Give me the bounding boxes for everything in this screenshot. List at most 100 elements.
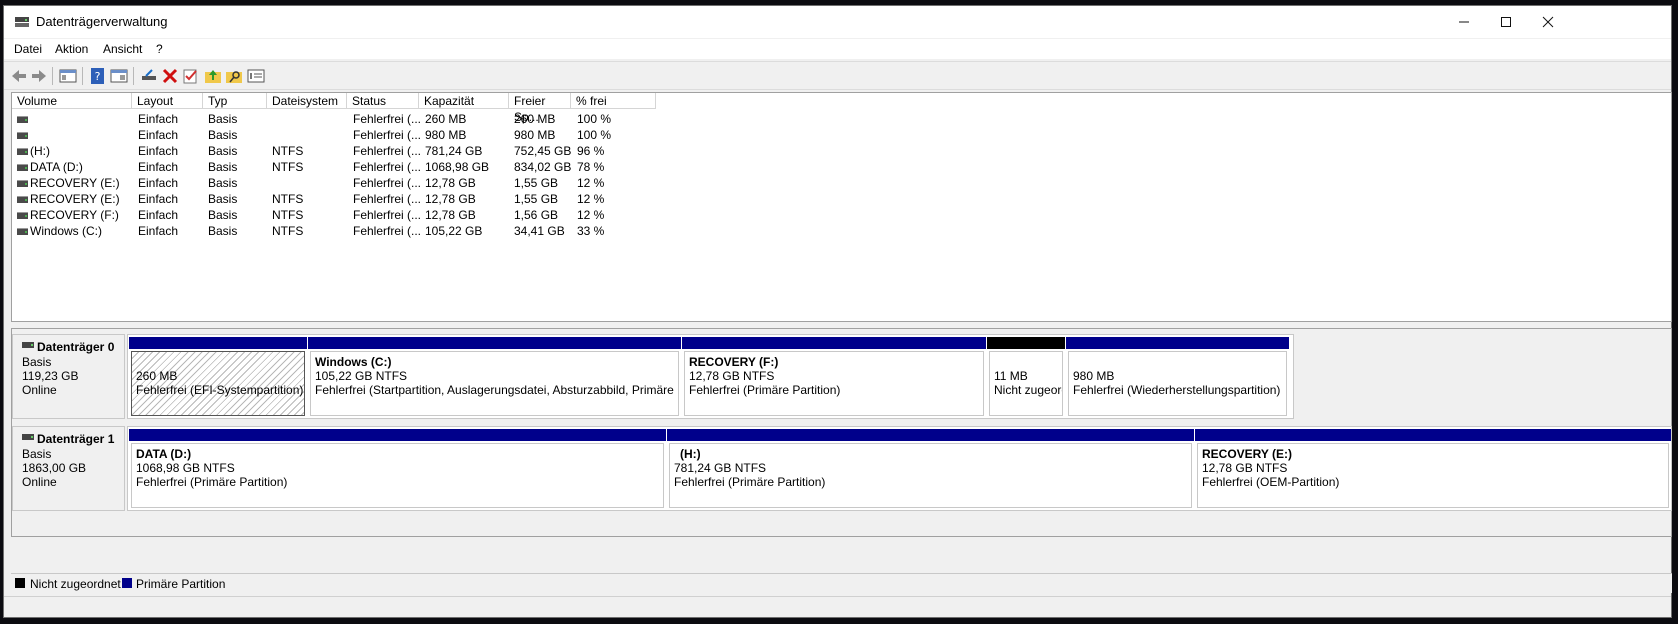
volume-row[interactable]: RECOVERY (E:) Einfach Basis Fehlerfrei (...… [12, 175, 1671, 191]
volume-pct: 100 % [577, 128, 612, 142]
volume-icon [17, 148, 28, 155]
disk-1-size: 1863,00 GB [22, 461, 87, 475]
volume-icon [17, 196, 28, 203]
partition-unallocated[interactable]: 11 MB Nicht zugeordnet [987, 335, 1065, 418]
volume-list[interactable]: Volume Layout Typ Dateisystem Status Kap… [11, 92, 1672, 322]
partition-status: Fehlerfrei (OEM-Partition) [1202, 475, 1340, 489]
partition-header-bar [308, 337, 681, 349]
close-button[interactable] [1525, 6, 1571, 38]
partition-title: RECOVERY (F:) [689, 355, 779, 369]
folder-up-icon[interactable] [204, 67, 222, 85]
disk-1-type: Basis [22, 447, 52, 461]
col-header-status[interactable]: Status [347, 93, 419, 109]
forward-icon[interactable] [30, 67, 48, 85]
col-header-volume[interactable]: Volume [12, 93, 132, 109]
volume-cap: 12,78 GB [425, 176, 476, 190]
volume-free: 34,41 GB [514, 224, 565, 238]
partition-efi[interactable]: 260 MB Fehlerfrei (EFI-Systempartition) [129, 335, 307, 418]
volume-free: 834,02 GB [514, 160, 572, 174]
volume-row[interactable]: Einfach Basis Fehlerfrei (... 980 MB 980 MB 1… [12, 127, 1671, 143]
volume-status: Fehlerfrei (... [353, 160, 422, 174]
title-bar[interactable]: Datenträgerverwaltung [4, 6, 1671, 38]
disk-1-label[interactable]: Datenträger 1 Basis 1863,00 GB Online [12, 426, 125, 511]
window-title: Datenträgerverwaltung [36, 14, 168, 29]
partition-title: Windows (C:) [315, 355, 392, 369]
partition-recovery-system[interactable]: 980 MB Fehlerfrei (Wiederherstellungspar… [1066, 335, 1289, 418]
partition-status: Fehlerfrei (Primäre Partition) [689, 383, 841, 397]
partition-title: (H:) [680, 447, 701, 461]
partition-size: 105,22 GB NTFS [315, 369, 408, 383]
maximize-icon [1501, 17, 1511, 27]
volume-row[interactable]: Windows (C:) Einfach Basis NTFS Fehlerfrei (… [12, 223, 1671, 239]
disk-management-app-icon [15, 17, 29, 27]
volume-pct: 12 % [577, 176, 605, 190]
volume-name: (H:) [30, 144, 50, 158]
col-header-dateisystem[interactable]: Dateisystem [267, 93, 347, 109]
disk-0-size: 119,23 GB [22, 369, 79, 383]
partition-h[interactable]: (H:) 781,24 GB NTFS Fehlerfrei (Primäre … [667, 427, 1194, 510]
partition-header-bar [129, 429, 666, 441]
volume-row[interactable]: Einfach Basis Fehlerfrei (... 260 MB 260 MB 1… [12, 111, 1671, 127]
help-icon[interactable]: ? [89, 67, 107, 85]
volume-pct: 12 % [577, 192, 605, 206]
col-header-typ[interactable]: Typ [203, 93, 267, 109]
volume-typ: Basis [208, 192, 238, 206]
volume-typ: Basis [208, 144, 238, 158]
partition-size: 11 MB [994, 369, 1028, 383]
partition-data-d[interactable]: DATA (D:) 1068,98 GB NTFS Fehlerfrei (Pr… [129, 427, 666, 510]
menu-help[interactable]: ? [156, 42, 163, 56]
search-folder-icon[interactable] [225, 67, 243, 85]
menu-datei[interactable]: Datei [14, 42, 42, 56]
volume-row[interactable]: DATA (D:) Einfach Basis NTFS Fehlerfrei (...… [12, 159, 1671, 175]
legend-swatch-unallocated [15, 578, 25, 588]
col-header-layout[interactable]: Layout [132, 93, 203, 109]
volume-name: Windows (C:) [30, 224, 103, 238]
volume-status: Fehlerfrei (... [353, 144, 422, 158]
partition-status: Fehlerfrei (EFI-Systempartition) [136, 383, 304, 397]
volume-free: 980 MB [514, 128, 556, 142]
col-header-kapazitaet[interactable]: Kapazität [419, 93, 509, 109]
volume-name: DATA (D:) [30, 160, 83, 174]
volume-status: Fehlerfrei (... [353, 224, 422, 238]
volume-status: Fehlerfrei (... [353, 176, 422, 190]
partition-recovery-f[interactable]: RECOVERY (F:) 12,78 GB NTFS Fehlerfrei (… [682, 335, 986, 418]
partition-size: 980 MB [1073, 369, 1115, 383]
check-icon[interactable] [182, 67, 200, 85]
partition-recovery-e[interactable]: RECOVERY (E:) 12,78 GB NTFS Fehlerfrei (… [1195, 427, 1671, 510]
legend-swatch-primary [122, 578, 132, 588]
partition-size: 781,24 GB NTFS [674, 461, 767, 475]
close-icon [1542, 16, 1554, 28]
toolbar: ? [4, 61, 1671, 90]
volume-free: 1,55 GB [514, 192, 559, 206]
delete-icon[interactable] [161, 67, 179, 85]
volume-typ: Basis [208, 112, 238, 126]
volume-row[interactable]: (H:) Einfach Basis NTFS Fehlerfrei (... 781,2… [12, 143, 1671, 159]
volume-cap: 12,78 GB [425, 208, 476, 222]
volume-fs: NTFS [272, 192, 304, 206]
volume-pct: 100 % [577, 112, 612, 126]
volume-status: Fehlerfrei (... [353, 128, 422, 142]
menu-ansicht[interactable]: Ansicht [103, 42, 142, 56]
connect-icon[interactable] [140, 67, 158, 85]
console-tree-icon[interactable] [59, 67, 77, 85]
volume-cap: 260 MB [425, 112, 467, 126]
properties-icon[interactable] [110, 67, 128, 85]
disk-0-type: Basis [22, 355, 52, 369]
col-header-freier-speicher[interactable]: Freier Sp... [509, 93, 571, 124]
volume-layout: Einfach [138, 192, 179, 206]
partition-windows-c[interactable]: Windows (C:) 105,22 GB NTFS Fehlerfrei (… [308, 335, 681, 418]
volume-fs: NTFS [272, 144, 304, 158]
volume-row[interactable]: RECOVERY (F:) Einfach Basis NTFS Fehlerfrei … [12, 207, 1671, 223]
volume-icon [17, 116, 28, 123]
back-icon[interactable] [10, 67, 28, 85]
col-header-prozent-frei[interactable]: % frei [571, 93, 656, 109]
volume-layout: Einfach [138, 208, 179, 222]
disk-0-label[interactable]: Datenträger 0 Basis 119,23 GB Online [12, 334, 125, 419]
volume-row[interactable]: RECOVERY (E:) Einfach Basis NTFS Fehlerfrei … [12, 191, 1671, 207]
disk-icon [22, 342, 34, 348]
partition-header-bar [1195, 429, 1671, 441]
minimize-button[interactable] [1441, 6, 1487, 38]
menu-aktion[interactable]: Aktion [55, 42, 88, 56]
details-icon[interactable] [247, 67, 265, 85]
maximize-button[interactable] [1483, 6, 1529, 38]
